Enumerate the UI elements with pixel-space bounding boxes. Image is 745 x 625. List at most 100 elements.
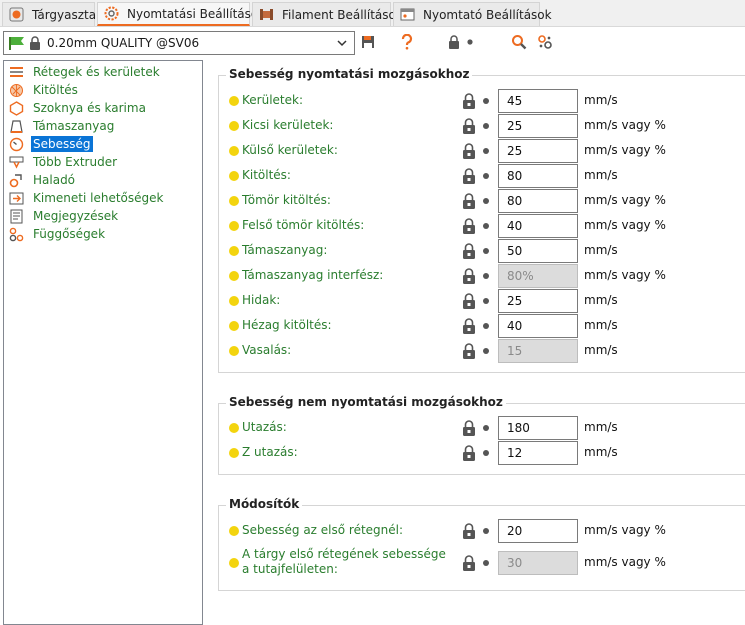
option-unit: mm/s vagy % (584, 118, 666, 132)
bullet-icon[interactable] (483, 528, 489, 534)
save-preset-button[interactable] (359, 33, 377, 51)
option-value-input[interactable]: 25 (498, 114, 578, 138)
lock-icon[interactable] (462, 118, 476, 134)
bullet-icon[interactable] (483, 98, 489, 104)
simple-mode-dot-icon (229, 448, 239, 458)
tree-item-dependencies[interactable]: Függőségek (9, 225, 107, 243)
tree-item-label: Kitöltés (33, 83, 78, 97)
lock-icon[interactable] (462, 218, 476, 234)
option-label[interactable]: Felső tömör kitöltés: (242, 218, 364, 232)
bullet-icon[interactable] (483, 450, 489, 456)
tab-label: Nyomtatási Beállítások (127, 6, 266, 21)
tree-item-label: Megjegyzések (33, 209, 119, 223)
plater-icon (9, 7, 24, 23)
simple-mode-dot-icon (229, 423, 239, 433)
option-value-input[interactable]: 40 (498, 314, 578, 338)
option-row: Felső tömör kitöltés: 40 mm/s vagy % (228, 214, 745, 238)
tree-item-multi-extruder[interactable]: Több Extruder (9, 153, 119, 171)
option-label[interactable]: Hidak: (242, 293, 280, 307)
lock-icon[interactable] (462, 555, 476, 571)
tab-print-settings[interactable]: Nyomtatási Beállítások (97, 2, 265, 26)
option-unit: mm/s (584, 420, 618, 434)
lock-icon[interactable] (462, 318, 476, 334)
tree-item-output[interactable]: Kimeneti lehetőségek (9, 189, 165, 207)
bullet-icon[interactable] (483, 348, 489, 354)
bullet-icon[interactable] (483, 425, 489, 431)
bullet-icon[interactable] (483, 248, 489, 254)
tree-item-infill[interactable]: Kitöltés (9, 81, 80, 99)
bullet-icon[interactable] (483, 323, 489, 329)
tree-item-label: Kimeneti lehetőségek (33, 191, 164, 205)
option-value-input[interactable]: 80 (498, 164, 578, 188)
simple-mode-dot-icon (229, 296, 239, 306)
tree-item-speed[interactable]: Sebesség (9, 135, 93, 153)
option-value-input[interactable]: 20 (498, 519, 578, 543)
lock-icon[interactable] (462, 445, 476, 461)
option-label[interactable]: A tárgy első rétegének sebessége a tutaj… (242, 547, 457, 577)
group-title: Módosítók (226, 497, 303, 511)
option-value-input[interactable]: 25 (498, 139, 578, 163)
lock-icon[interactable] (462, 268, 476, 284)
tab-plater[interactable]: Tárgyasztal (2, 2, 99, 26)
bullet-icon[interactable] (483, 298, 489, 304)
option-value-input[interactable]: 50 (498, 239, 578, 263)
tab-printer-settings[interactable]: Nyomtató Beállítások (393, 2, 552, 26)
preset-combobox[interactable]: 0.20mm QUALITY @SV06 (3, 31, 355, 55)
lock-icon[interactable] (462, 523, 476, 539)
lock-icon[interactable] (462, 143, 476, 159)
option-label[interactable]: Támaszanyag interfész: (242, 268, 383, 282)
option-value-input[interactable]: 80 (498, 189, 578, 213)
category-tree[interactable]: Rétegek és kerületek Kitöltés Szoknya és… (3, 60, 203, 625)
bullet-icon[interactable] (483, 173, 489, 179)
tree-item-layers[interactable]: Rétegek és kerületek (9, 63, 162, 81)
lock-icon[interactable] (462, 93, 476, 109)
option-label[interactable]: Utazás: (242, 420, 287, 434)
option-label[interactable]: Vasalás: (242, 343, 291, 357)
option-label[interactable]: Külső kerületek: (242, 143, 338, 157)
option-label[interactable]: Tömör kitöltés: (242, 193, 331, 207)
lock-legend-button[interactable] (446, 33, 476, 51)
option-label[interactable]: Kicsi kerületek: (242, 118, 333, 132)
compare-presets-button[interactable] (536, 33, 554, 51)
lock-icon[interactable] (462, 168, 476, 184)
bullet-icon[interactable] (483, 560, 489, 566)
option-value-input[interactable]: 40 (498, 214, 578, 238)
bullet-icon[interactable] (483, 198, 489, 204)
preset-name: 0.20mm QUALITY @SV06 (47, 36, 200, 50)
chevron-down-icon (337, 40, 347, 47)
system-preset-flag-icon (9, 37, 24, 50)
tree-item-support[interactable]: Támaszanyag (9, 117, 116, 135)
tree-item-notes[interactable]: Megjegyzések (9, 207, 120, 225)
lock-icon[interactable] (462, 243, 476, 259)
simple-mode-dot-icon (229, 196, 239, 206)
tab-filament-settings[interactable]: Filament Beállítások (252, 2, 403, 26)
bullet-icon[interactable] (483, 223, 489, 229)
bullet-icon[interactable] (483, 148, 489, 154)
option-label[interactable]: Támaszanyag: (242, 243, 327, 257)
help-button[interactable] (398, 33, 416, 51)
tree-item-skirt-brim[interactable]: Szoknya és karima (9, 99, 148, 117)
search-button[interactable] (510, 33, 528, 51)
simple-mode-dot-icon (229, 146, 239, 156)
multi-extruder-icon (9, 155, 24, 170)
option-label[interactable]: Z utazás: (242, 445, 298, 459)
simple-mode-dot-icon (229, 271, 239, 281)
option-row: Kerületek: 45 mm/s (228, 89, 745, 113)
lock-icon[interactable] (462, 343, 476, 359)
option-label[interactable]: Kitöltés: (242, 168, 291, 182)
bullet-icon[interactable] (483, 273, 489, 279)
option-value-input[interactable]: 180 (498, 416, 578, 440)
tree-item-advanced[interactable]: Haladó (9, 171, 77, 189)
option-label[interactable]: Hézag kitöltés: (242, 318, 332, 332)
option-value-input[interactable]: 45 (498, 89, 578, 113)
bullet-icon[interactable] (483, 123, 489, 129)
option-value-input[interactable]: 25 (498, 289, 578, 313)
lock-icon[interactable] (462, 293, 476, 309)
option-value-input[interactable]: 12 (498, 441, 578, 465)
option-label[interactable]: Kerületek: (242, 93, 303, 107)
tree-item-label: Több Extruder (33, 155, 118, 169)
lock-icon[interactable] (462, 193, 476, 209)
lock-icon[interactable] (462, 420, 476, 436)
option-row: Kitöltés: 80 mm/s (228, 164, 745, 188)
option-label[interactable]: Sebesség az első rétegnél: (242, 523, 403, 537)
